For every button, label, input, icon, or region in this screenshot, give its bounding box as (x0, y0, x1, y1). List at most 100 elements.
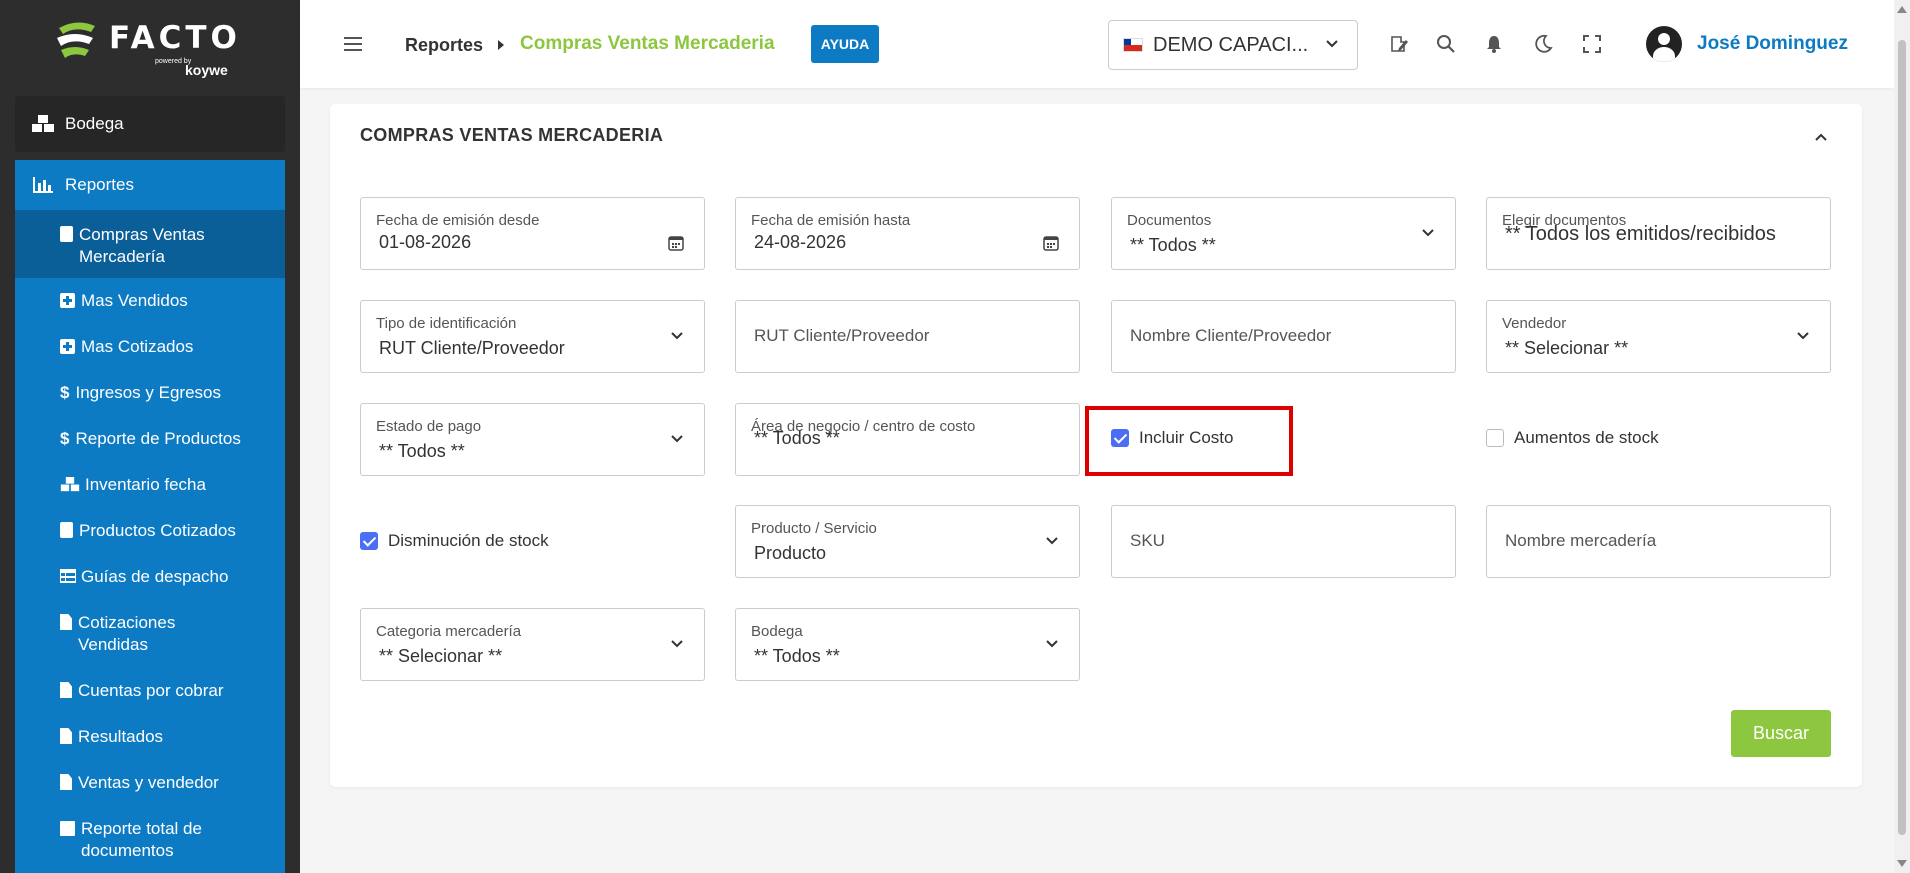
disminucion-stock-checkbox[interactable]: Disminución de stock (360, 531, 549, 551)
sidebar-item-label: Guías de despacho (81, 567, 229, 586)
scroll-down-icon[interactable] (1897, 860, 1907, 867)
menu-toggle-icon[interactable] (344, 37, 362, 51)
moon-icon[interactable] (1533, 34, 1553, 54)
sidebar-section-reportes[interactable]: Reportes (15, 160, 285, 210)
nombre-cliente-input[interactable]: Nombre Cliente/Proveedor (1111, 300, 1456, 373)
vendedor-select[interactable]: Vendedor ** Selecionar ** (1486, 300, 1831, 373)
sidebar-item-ingresos-egresos[interactable]: $ Ingresos y Egresos (15, 370, 285, 416)
field-label: Documentos (1127, 212, 1212, 229)
checkbox-unchecked-icon[interactable] (1486, 429, 1504, 447)
breadcrumb-current: Compras Ventas Mercaderia (520, 33, 775, 54)
reportes-menu: Reportes Compras Ventas Mercadería Mas V… (15, 160, 285, 873)
chevron-down-icon (1046, 640, 1058, 648)
field-value: 01-08-2026 (379, 232, 472, 252)
chevron-up-icon[interactable] (1814, 132, 1828, 142)
sidebar-item-mas-vendidos[interactable]: Mas Vendidos (15, 278, 285, 324)
field-value: RUT Cliente/Proveedor (379, 338, 565, 358)
fecha-desde-field[interactable]: Fecha de emisión desde 01-08-2026 (360, 197, 705, 270)
sidebar-item-reporte-productos[interactable]: $ Reporte de Productos (15, 416, 285, 462)
estado-pago-select[interactable]: Estado de pago ** Todos ** (360, 403, 705, 476)
field-label: Fecha de emisión hasta (751, 212, 911, 229)
sidebar-item-resultados[interactable]: Resultados (15, 714, 285, 760)
input-placeholder: RUT Cliente/Proveedor (754, 326, 930, 345)
input-placeholder: SKU (1130, 531, 1165, 550)
checkbox-label: Aumentos de stock (1514, 428, 1659, 447)
search-icon[interactable] (1436, 34, 1456, 54)
nombre-mercaderia-input[interactable]: Nombre mercadería (1486, 505, 1831, 578)
table-icon (60, 569, 76, 583)
elegir-documentos-select[interactable]: Elegir documentos ** Todos los emitidos/… (1486, 197, 1831, 270)
logo-area[interactable]: FACTO powered by koywe (0, 0, 300, 88)
search-button[interactable]: Buscar (1731, 710, 1831, 757)
tipo-identificacion-select[interactable]: Tipo de identificación RUT Cliente/Prove… (360, 300, 705, 373)
sidebar-section-label: Reportes (65, 175, 134, 194)
area-negocio-select[interactable]: Área de negocio / centro de costo ** Tod… (735, 403, 1080, 476)
scroll-thumb[interactable] (1898, 40, 1906, 835)
checkbox-checked-icon[interactable] (360, 532, 378, 550)
field-label: Producto / Servicio (751, 520, 877, 537)
sidebar-item-cotizaciones-vendidas[interactable]: Cotizaciones Vendidas (15, 600, 285, 668)
sidebar-item-productos-cotizados[interactable]: Productos Cotizados (15, 508, 285, 554)
input-placeholder: Nombre Cliente/Proveedor (1130, 326, 1332, 345)
producto-servicio-select[interactable]: Producto / Servicio Producto (735, 505, 1080, 578)
chevron-down-icon (1797, 332, 1809, 340)
help-button[interactable]: AYUDA (811, 25, 879, 63)
card-title: COMPRAS VENTAS MERCADERIA (360, 125, 664, 145)
scrollbar[interactable] (1894, 0, 1910, 873)
documentos-select[interactable]: Documentos ** Todos ** (1111, 197, 1456, 270)
caret-right-icon (498, 40, 504, 50)
bell-icon[interactable] (1484, 34, 1504, 54)
sidebar-item-ventas-vendedor[interactable]: Ventas y vendedor (15, 760, 285, 806)
sidebar-item-label: Bodega (65, 114, 124, 133)
sidebar-item-mas-cotizados[interactable]: Mas Cotizados (15, 324, 285, 370)
calendar-icon[interactable] (1043, 235, 1059, 251)
chevron-down-icon (1046, 537, 1058, 545)
chile-flag-icon (1123, 38, 1143, 52)
topbar: Reportes Compras Ventas Mercaderia AYUDA… (300, 0, 1894, 88)
breadcrumb-parent[interactable]: Reportes (405, 35, 483, 56)
bodega-select[interactable]: Bodega ** Todos ** (735, 608, 1080, 681)
chevron-down-icon (671, 435, 683, 443)
sidebar-item-label: Reporte total de documentos (81, 819, 202, 860)
sidebar-item-bodega[interactable]: Bodega (15, 96, 285, 152)
fecha-hasta-field[interactable]: Fecha de emisión hasta 24-08-2026 (735, 197, 1080, 270)
logo-brand: FACTO (109, 20, 241, 56)
sku-input[interactable]: SKU (1111, 505, 1456, 578)
aumentos-stock-checkbox[interactable]: Aumentos de stock (1486, 428, 1659, 448)
sidebar-item-guias-despacho[interactable]: Guías de despacho (15, 554, 285, 600)
field-value: ** Todos los emitidos/recibidos (1505, 223, 1776, 245)
sidebar-item-reporte-total[interactable]: Reporte total de documentos (15, 806, 285, 873)
input-placeholder: Nombre mercadería (1505, 531, 1657, 550)
field-label: Tipo de identificación (376, 315, 517, 332)
logo-sub: koywe (185, 62, 228, 78)
rut-input[interactable]: RUT Cliente/Proveedor (735, 300, 1080, 373)
field-label: Fecha de emisión desde (376, 212, 540, 229)
chevron-down-icon (671, 640, 683, 648)
cubes-icon (32, 115, 54, 132)
categoria-select[interactable]: Categoria mercadería ** Selecionar ** (360, 608, 705, 681)
sidebar-item-label: Cuentas por cobrar (78, 681, 224, 700)
file-icon (60, 614, 72, 630)
calendar-icon[interactable] (668, 235, 684, 251)
edit-document-icon[interactable] (1389, 34, 1409, 54)
scroll-up-icon[interactable] (1897, 6, 1907, 13)
field-value: ** Todos ** (754, 646, 840, 666)
file-icon (60, 774, 72, 790)
company-name: DEMO CAPACI... (1153, 33, 1309, 56)
fullscreen-icon[interactable] (1582, 34, 1602, 54)
sidebar-item-inventario-fecha[interactable]: Inventario fecha (15, 462, 285, 508)
logo-swoosh-icon (57, 22, 95, 58)
field-value: Producto (754, 543, 827, 563)
user-name[interactable]: José Dominguez (1697, 33, 1848, 55)
plus-square-icon (60, 339, 75, 354)
sidebar-item-label: Ventas y vendedor (78, 773, 219, 792)
field-label: Vendedor (1502, 315, 1567, 332)
company-select[interactable]: DEMO CAPACI... (1108, 20, 1358, 70)
avatar[interactable] (1646, 26, 1682, 62)
sidebar-item-label: Reporte de Productos (75, 429, 241, 448)
sidebar-item-compras-ventas[interactable]: Compras Ventas Mercadería (15, 210, 285, 278)
field-value: ** Selecionar ** (1505, 338, 1629, 358)
facto-logo: FACTO powered by koywe (55, 14, 245, 78)
sidebar-item-label: Mas Vendidos (81, 291, 188, 310)
sidebar-item-cuentas-cobrar[interactable]: Cuentas por cobrar (15, 668, 285, 714)
